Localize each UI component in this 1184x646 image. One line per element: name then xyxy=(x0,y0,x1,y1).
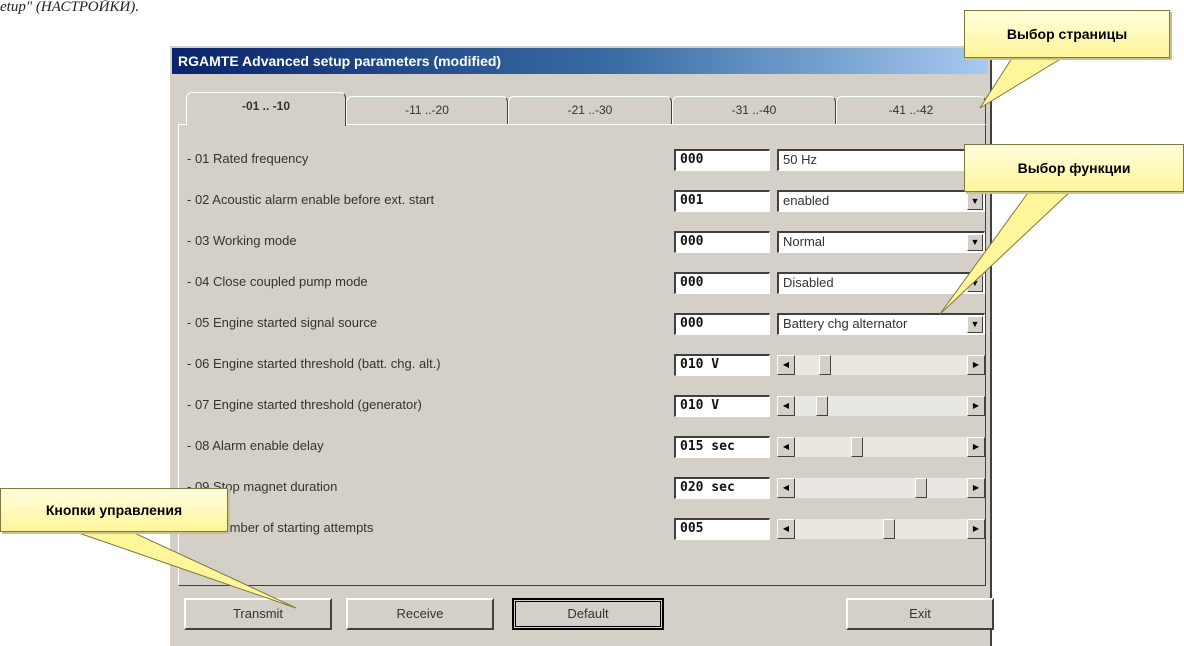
callout-pointers xyxy=(69,57,1074,609)
page-select-pointer xyxy=(979,57,1064,109)
function-select-pointer xyxy=(939,189,1074,315)
callout-control-buttons: Кнопки управления xyxy=(0,488,228,532)
control-buttons-pointer xyxy=(69,529,297,609)
callout-page-select: Выбор страницы xyxy=(964,10,1170,58)
callout-function-select: Выбор функции xyxy=(964,144,1184,192)
